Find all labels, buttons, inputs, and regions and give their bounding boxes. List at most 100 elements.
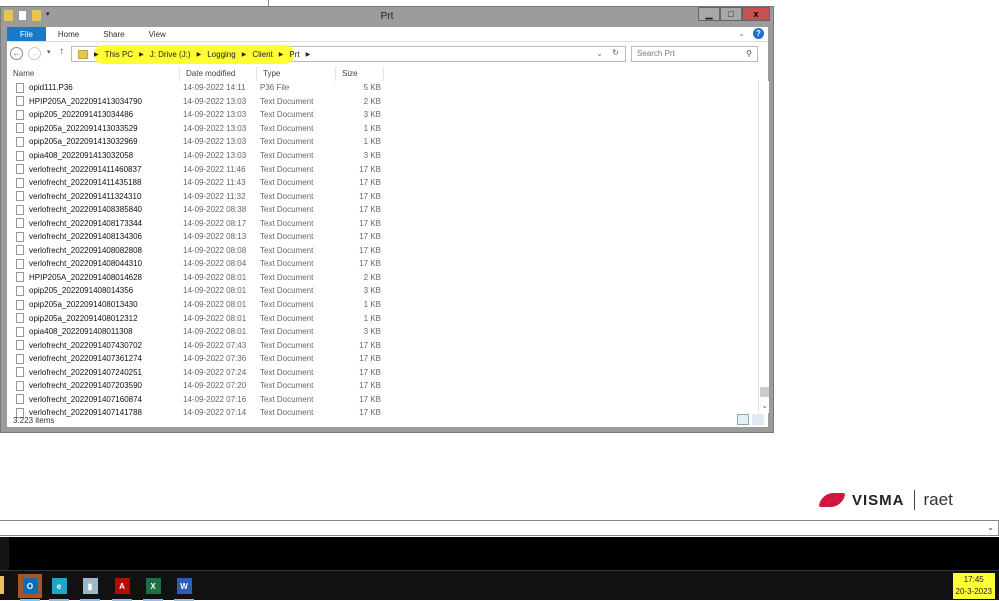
file-name-text: opid111.P36	[29, 83, 73, 93]
column-name[interactable]: Name	[7, 67, 180, 81]
file-row[interactable]: verlofrecht_2022091407361274 14-09-2022 0…	[7, 352, 387, 366]
file-row[interactable]: verlofrecht_2022091408385840 14-09-2022 0…	[7, 203, 387, 217]
breadcrumb-j-drive[interactable]: J: Drive (J:)	[150, 50, 191, 59]
scrollbar-thumb[interactable]	[760, 387, 769, 397]
clock[interactable]: 17:45 20-3-2023	[952, 573, 995, 599]
file-row[interactable]: opia408_2022091413032058 14-09-2022 13:03…	[7, 149, 387, 163]
file-row[interactable]: verlofrecht_2022091408173344 14-09-2022 0…	[7, 216, 387, 230]
file-type: Text Document	[260, 205, 314, 215]
file-icon	[16, 231, 24, 242]
file-row[interactable]: verlofrecht_2022091407203590 14-09-2022 0…	[7, 379, 387, 393]
column-size[interactable]: Size	[336, 67, 384, 81]
acrobat-taskbar-icon[interactable]: A	[110, 574, 134, 601]
explorer-taskbar-icon[interactable]	[0, 576, 4, 594]
vertical-scrollbar[interactable]: ⌄	[758, 81, 769, 413]
file-row[interactable]: opip205_2022091408014356 14-09-2022 08:01…	[7, 284, 387, 298]
file-date: 14-09-2022 07:20	[183, 381, 247, 391]
breadcrumb-this-pc[interactable]: This PC	[105, 50, 133, 59]
file-size: 17 KB	[359, 218, 381, 228]
file-row[interactable]: verlofrecht_2022091408134306 14-09-2022 0…	[7, 230, 387, 244]
file-name-text: verlofrecht_2022091407240251	[29, 367, 142, 377]
file-icon	[16, 285, 24, 296]
search-placeholder: Search Prt	[637, 49, 675, 58]
file-date: 14-09-2022 13:03	[183, 151, 247, 160]
details-view-icon[interactable]	[737, 414, 749, 425]
file-name: verlofrecht_2022091408134306	[7, 231, 180, 242]
file-date: 14-09-2022 08:01	[183, 286, 247, 296]
tab-home[interactable]: Home	[46, 27, 91, 41]
file-type: P36 File	[260, 83, 290, 93]
file-name: verlofrecht_2022091411460837	[7, 164, 180, 175]
file-name: verlofrecht_2022091411435188	[7, 177, 180, 188]
expand-ribbon-icon[interactable]: ⌄	[738, 29, 745, 38]
edge-taskbar-icon[interactable]: e	[47, 574, 71, 601]
up-button[interactable]: ↑	[59, 46, 64, 57]
taskbar: Oe ▮ A X W 17:45 20-3-2023	[0, 570, 999, 601]
forward-button[interactable]: →	[28, 47, 41, 60]
file-row[interactable]: verlofrecht_2022091408044310 14-09-2022 0…	[7, 257, 387, 271]
file-icon	[16, 109, 24, 120]
file-date: 14-09-2022 08:13	[183, 232, 247, 242]
breadcrumb-client[interactable]: Client	[252, 50, 272, 59]
file-row[interactable]: HPIP205A_2022091413034790 14-09-2022 13:0…	[7, 95, 387, 109]
file-icon	[16, 164, 24, 175]
file-row[interactable]: opip205a_2022091408012312 14-09-2022 08:0…	[7, 311, 387, 325]
address-bar[interactable]: ▶ This PC ▶ J: Drive (J:) ▶ Logging ▶ Clien…	[71, 45, 626, 64]
address-dropdown-icon[interactable]: ⌄	[596, 49, 603, 58]
column-date-modified[interactable]: Date modified	[180, 67, 257, 81]
file-size: 17 KB	[359, 191, 381, 201]
visma-raet-logo: VISMA raet	[818, 490, 953, 510]
breadcrumb-prt[interactable]: Prt	[289, 50, 299, 59]
file-row[interactable]: opid111.P36 14-09-2022 14:11 P36 File 5 KB	[7, 81, 387, 95]
notes-taskbar-icon[interactable]: ▮	[78, 574, 102, 601]
scroll-down-icon[interactable]: ⌄	[759, 402, 770, 413]
file-row[interactable]: verlofrecht_2022091408082808 14-09-2022 0…	[7, 244, 387, 258]
file-row[interactable]: opip205a_2022091413032969 14-09-2022 13:0…	[7, 135, 387, 149]
help-icon[interactable]: ?	[753, 28, 764, 39]
file-row[interactable]: verlofrecht_2022091411460837 14-09-2022 1…	[7, 162, 387, 176]
file-name-text: verlofrecht_2022091407430702	[29, 340, 142, 350]
file-size: 17 KB	[359, 178, 381, 188]
file-type: Text Document	[260, 191, 314, 201]
search-input[interactable]: Search Prt ⚲	[631, 46, 758, 62]
file-row[interactable]: verlofrecht_2022091407160874 14-09-2022 0…	[7, 393, 387, 407]
file-row[interactable]: verlofrecht_2022091407141788 14-09-2022 0…	[7, 406, 387, 419]
minimize-button[interactable]: ▁	[698, 7, 720, 21]
file-name: verlofrecht_2022091407361274	[7, 353, 180, 364]
recent-locations-icon[interactable]: ▾	[47, 48, 51, 56]
file-row[interactable]: opia408_2022091408011308 14-09-2022 08:01…	[7, 325, 387, 339]
excel-taskbar-icon[interactable]: X	[141, 574, 165, 601]
outlook-taskbar-icon[interactable]: O	[18, 574, 42, 601]
tab-view[interactable]: View	[137, 27, 178, 41]
breadcrumb-logging[interactable]: Logging	[207, 50, 235, 59]
file-row[interactable]: opip205a_2022091413033529 14-09-2022 13:0…	[7, 122, 387, 136]
file-date: 14-09-2022 08:38	[183, 205, 247, 215]
file-date: 14-09-2022 08:01	[183, 300, 247, 310]
file-row[interactable]: verlofrecht_2022091411435188 14-09-2022 1…	[7, 176, 387, 190]
file-name: opip205a_2022091413032969	[7, 136, 180, 147]
file-row[interactable]: verlofrecht_2022091407430702 14-09-2022 0…	[7, 338, 387, 352]
file-type: Text Document	[260, 340, 314, 350]
file-row[interactable]: HPIP205A_2022091408014628 14-09-2022 08:0…	[7, 271, 387, 285]
refresh-icon[interactable]: ↻	[612, 48, 619, 57]
tab-file[interactable]: File	[7, 27, 46, 41]
column-type[interactable]: Type	[257, 67, 336, 81]
word-taskbar-icon[interactable]: W	[172, 574, 196, 601]
file-row[interactable]: opip205a_2022091408013430 14-09-2022 08:0…	[7, 298, 387, 312]
file-row[interactable]: opip205_2022091413034486 14-09-2022 13:03…	[7, 108, 387, 122]
file-row[interactable]: verlofrecht_2022091407240251 14-09-2022 0…	[7, 365, 387, 379]
folder-icon	[78, 49, 88, 59]
file-date: 14-09-2022 08:17	[183, 218, 247, 228]
back-button[interactable]: ←	[10, 47, 23, 60]
dropdown-select[interactable]: ⌄	[0, 520, 999, 536]
close-button[interactable]: x	[742, 7, 770, 21]
title-bar[interactable]: ▾ Prt ▁ □ x	[1, 7, 773, 27]
file-icon	[16, 326, 24, 337]
maximize-button[interactable]: □	[720, 7, 742, 21]
large-icons-view-icon[interactable]	[752, 414, 764, 425]
file-type: Text Document	[260, 96, 314, 106]
tab-share[interactable]: Share	[91, 27, 136, 41]
file-row[interactable]: verlofrecht_2022091411324310 14-09-2022 1…	[7, 189, 387, 203]
file-name: opip205_2022091408014356	[7, 285, 180, 296]
black-panel	[0, 537, 999, 570]
